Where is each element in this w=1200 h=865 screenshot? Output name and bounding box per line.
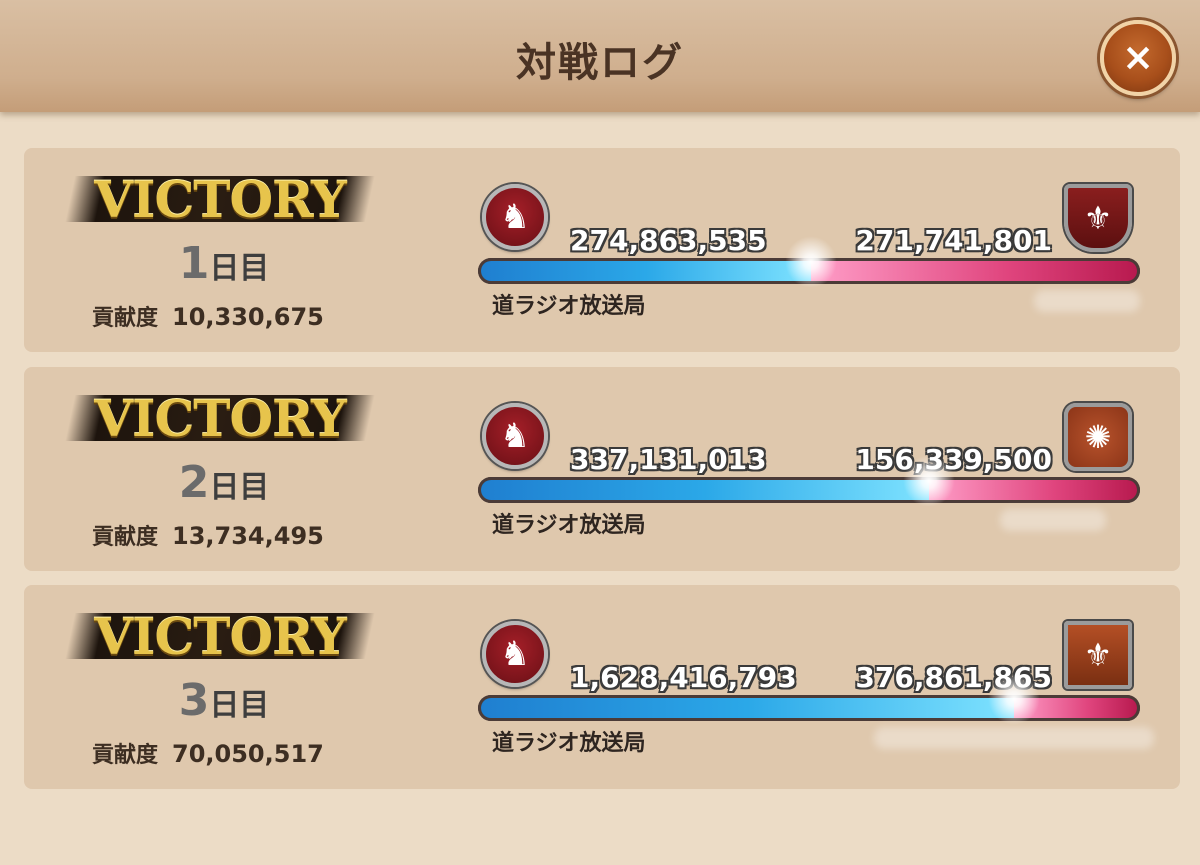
enemy-score-fill [929, 480, 1137, 500]
horse-knight-icon: ♞ [482, 184, 548, 250]
contribution-value: 10,330,675 [172, 303, 324, 331]
day-number: 3 [178, 675, 210, 726]
battle-log-card: VICTORY 2日目 貢献度 13,734,495 ♞ 337,131,013 … [24, 367, 1180, 571]
ally-score-fill [481, 261, 811, 281]
battle-log-card: VICTORY 1日目 貢献度 10,330,675 ♞ 274,863,535 … [24, 148, 1180, 352]
enemy-guild-name-blurred [1000, 509, 1106, 531]
horse-knight-icon: ♞ [482, 403, 548, 469]
enemy-guild-name-blurred [1034, 290, 1140, 312]
battle-day: 2日目 [84, 457, 364, 508]
victory-banner: VICTORY [65, 385, 375, 451]
ally-score: 337,131,013 [570, 443, 767, 476]
contribution-label: 貢献度 [92, 743, 159, 768]
sparkle-effect [988, 673, 1040, 725]
score-bar [478, 695, 1140, 721]
day-number: 1 [178, 238, 210, 289]
close-icon: × [1122, 35, 1154, 79]
header-bar: 対戦ログ × [0, 0, 1200, 112]
contribution-value: 70,050,517 [172, 740, 324, 768]
ally-guild-name: 道ラジオ放送局 [492, 731, 646, 756]
battle-day: 1日目 [84, 238, 364, 289]
ally-guild-name: 道ラジオ放送局 [492, 294, 646, 319]
day-number: 2 [178, 457, 210, 508]
ally-guild-name: 道ラジオ放送局 [492, 513, 646, 538]
battle-log-card: VICTORY 3日目 貢献度 70,050,517 ♞ 1,628,416,79… [24, 585, 1180, 789]
page-title: 対戦ログ [516, 40, 684, 86]
day-suffix: 日目 [209, 251, 270, 286]
contribution: 貢献度 10,330,675 [92, 300, 324, 332]
ally-score-fill [481, 480, 929, 500]
battle-day: 3日目 [84, 675, 364, 726]
enemy-score-fill [811, 261, 1137, 281]
ally-score: 1,628,416,793 [570, 661, 797, 694]
contribution-label: 貢献度 [92, 525, 159, 550]
ally-score: 274,863,535 [570, 224, 767, 257]
ally-score-fill [481, 698, 1014, 718]
contribution-label: 貢献度 [92, 306, 159, 331]
score-bar [478, 477, 1140, 503]
tree-emblem-icon: ✺ [1064, 403, 1132, 471]
enemy-guild-name-blurred [874, 727, 1154, 749]
sparkle-effect [903, 455, 955, 507]
victory-banner: VICTORY [65, 603, 375, 669]
enemy-score: 271,741,801 [855, 224, 1052, 257]
contribution: 貢献度 13,734,495 [92, 519, 324, 551]
day-suffix: 日目 [209, 688, 270, 723]
fleur-de-lis-shield-icon: ⚜ [1064, 184, 1132, 252]
victory-banner: VICTORY [65, 166, 375, 232]
horse-knight-icon: ♞ [482, 621, 548, 687]
sparkle-effect [785, 236, 837, 288]
close-button[interactable]: × [1100, 20, 1176, 96]
fleur-de-lis-square-icon: ⚜ [1064, 621, 1132, 689]
contribution-value: 13,734,495 [172, 522, 324, 550]
day-suffix: 日目 [209, 470, 270, 505]
contribution: 貢献度 70,050,517 [92, 737, 324, 769]
